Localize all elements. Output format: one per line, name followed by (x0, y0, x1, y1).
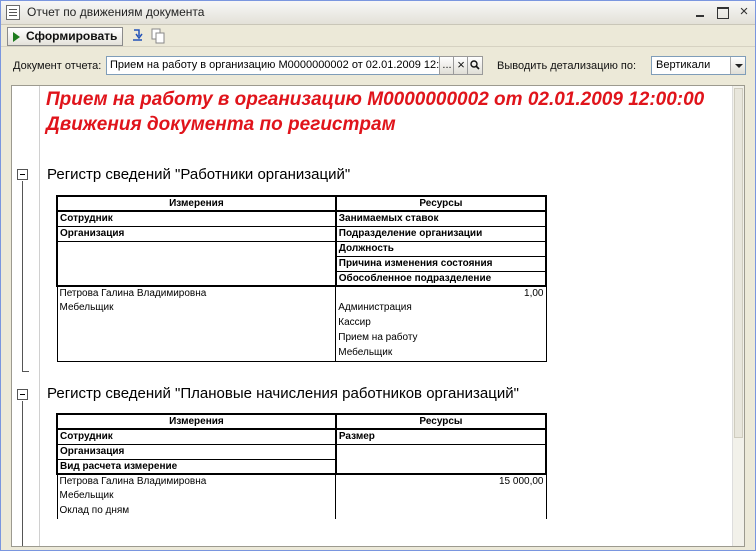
document-icon (6, 5, 20, 20)
row-dim: Петрова Галина Владимировна (56, 474, 337, 489)
register-1-table: Измерения Ресурсы Сотрудник Занимаемых с… (56, 195, 548, 362)
report-window: Отчет по движениям документа × Сформиров… (0, 0, 756, 551)
row-res: 1,00 (335, 286, 547, 301)
res-cell: Причина изменения состояния (334, 256, 548, 272)
res-cell: Размер (334, 429, 548, 445)
row-res-empty (335, 504, 547, 519)
close-button[interactable]: × (735, 4, 753, 21)
row-dim: Мебельщик (56, 489, 337, 504)
res-cell: Подразделение организации (334, 226, 548, 242)
copy-icon[interactable] (151, 28, 165, 44)
row-res: Мебельщик (335, 346, 547, 362)
toolbar: Сформировать (1, 25, 755, 47)
scrollbar-thumb[interactable] (734, 88, 743, 438)
magnifier-icon (470, 60, 480, 70)
dim-cell: Вид расчета измерение (56, 459, 337, 475)
dim-cell: Сотрудник (56, 211, 337, 227)
res-cell: Должность (334, 241, 548, 257)
detail-label: Выводить детализацию по: (497, 60, 637, 72)
group-1-end (22, 371, 29, 372)
res-cell: Обособленное подразделение (334, 271, 548, 287)
title-bar: Отчет по движениям документа × (1, 1, 755, 25)
row-dim: Мебельщик (56, 301, 337, 316)
report-title: Прием на работу в организацию М000000000… (46, 89, 705, 110)
row-dim-empty (56, 331, 337, 346)
window-title: Отчет по движениям документа (27, 5, 205, 19)
maximize-button[interactable] (713, 4, 731, 21)
dim-cell: Сотрудник (56, 429, 337, 445)
row-res: 15 000,00 (335, 474, 547, 489)
dim-header: Измерения (56, 413, 337, 430)
dim-cell: Организация (56, 226, 337, 242)
open-document-button[interactable] (467, 56, 483, 75)
row-dim: Оклад по дням (56, 504, 337, 519)
res-header: Ресурсы (334, 195, 548, 212)
detail-select[interactable]: Вертикали (651, 56, 746, 75)
dim-cell: Организация (56, 444, 337, 460)
row-res: Кассир (335, 316, 547, 331)
row-dim-empty (56, 346, 337, 362)
refresh-icon[interactable] (131, 28, 145, 44)
form-report-label: Сформировать (26, 29, 118, 43)
chevron-down-icon[interactable] (730, 57, 745, 74)
res-cell-empty (334, 444, 548, 475)
dim-header: Измерения (56, 195, 337, 212)
vertical-scrollbar[interactable] (732, 86, 744, 546)
group-1-line (22, 181, 23, 371)
register-1-title: Регистр сведений "Работники организаций" (47, 166, 351, 183)
document-field[interactable]: Прием на работу в организацию М000000000… (106, 56, 441, 75)
register-2-title: Регистр сведений "Плановые начисления ра… (47, 385, 519, 402)
group-2-line (22, 401, 23, 546)
report-area: Прием на работу в организацию М000000000… (11, 85, 745, 547)
minimize-button[interactable] (691, 4, 709, 21)
row-res: Администрация (335, 301, 547, 316)
play-icon (13, 32, 20, 42)
parameters-row: Документ отчета: Прием на работу в орган… (1, 54, 755, 78)
row-dim-empty (56, 316, 337, 331)
register-2-table: Измерения Ресурсы Сотрудник Размер Орган… (56, 413, 548, 519)
detail-select-value: Вертикали (656, 59, 711, 71)
collapse-group-1-button[interactable] (17, 169, 28, 180)
form-report-button[interactable]: Сформировать (7, 27, 124, 46)
grouping-column (12, 86, 40, 546)
res-header: Ресурсы (334, 413, 548, 430)
document-label: Документ отчета: (13, 60, 102, 72)
report-subtitle: Движения документа по регистрам (46, 114, 396, 135)
dim-cell-empty (56, 241, 337, 287)
row-res-empty (335, 489, 547, 504)
collapse-group-2-button[interactable] (17, 389, 28, 400)
res-cell: Занимаемых ставок (334, 211, 548, 227)
row-res: Прием на работу (335, 331, 547, 346)
row-dim: Петрова Галина Владимировна (56, 286, 337, 301)
